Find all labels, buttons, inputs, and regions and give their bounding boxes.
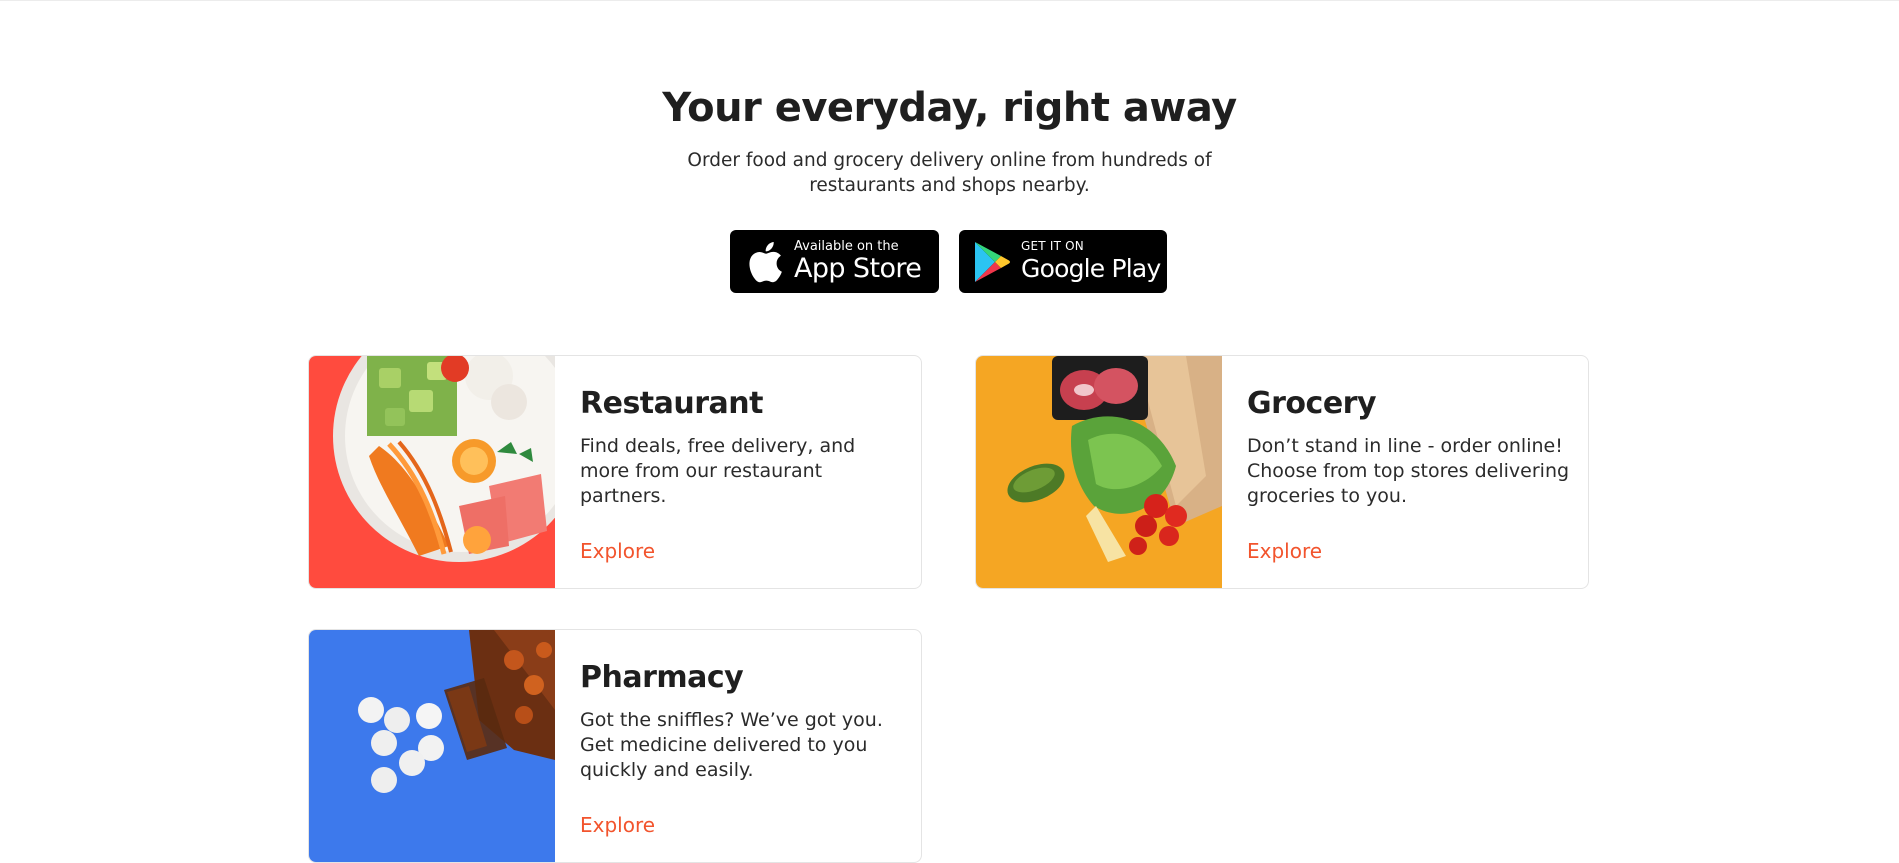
app-store-button[interactable]: Available on the App Store	[730, 230, 939, 293]
page: Your everyday, right away Order food and…	[0, 0, 1899, 863]
restaurant-card-body: Restaurant Find deals, free delivery, an…	[555, 356, 921, 588]
google-play-small-text: GET IT ON	[1021, 239, 1084, 253]
google-play-label: GET IT ON Google Play	[1021, 239, 1161, 284]
pharmacy-explore-link[interactable]: Explore	[580, 813, 655, 837]
restaurant-explore-link[interactable]: Explore	[580, 539, 655, 563]
top-divider	[0, 0, 1899, 1]
restaurant-card[interactable]: Restaurant Find deals, free delivery, an…	[308, 355, 922, 589]
apple-icon	[746, 240, 784, 284]
grocery-card-body: Grocery Don’t stand in line - order onli…	[1222, 356, 1588, 588]
grocery-title: Grocery	[1247, 386, 1377, 421]
hero-section: Your everyday, right away Order food and…	[0, 80, 1899, 198]
app-store-big-text: App Store	[794, 253, 922, 284]
pharmacy-card[interactable]: Pharmacy Got the sniffles? We’ve got you…	[308, 629, 922, 863]
store-badges: Available on the App Store GET IT ON Goo…	[730, 230, 1167, 293]
grocery-description: Don’t stand in line - order online! Choo…	[1247, 435, 1570, 507]
grocery-explore-link[interactable]: Explore	[1247, 539, 1322, 563]
page-title: Your everyday, right away	[662, 85, 1237, 131]
app-store-small-text: Available on the	[794, 239, 899, 254]
pharmacy-card-body: Pharmacy Got the sniffles? We’ve got you…	[555, 630, 921, 862]
google-play-button[interactable]: GET IT ON Google Play	[959, 230, 1167, 293]
grocery-card[interactable]: Grocery Don’t stand in line - order onli…	[975, 355, 1589, 589]
grocery-bag-image	[976, 356, 1222, 588]
pill-bottle-image	[309, 630, 555, 862]
google-play-big-text: Google Play	[1021, 254, 1161, 283]
restaurant-title: Restaurant	[580, 386, 763, 421]
google-play-icon	[973, 240, 1011, 284]
poke-bowl-image	[309, 356, 555, 588]
app-store-label: Available on the App Store	[794, 239, 922, 284]
restaurant-description: Find deals, free delivery, and more from…	[580, 435, 856, 507]
pharmacy-description: Got the sniffles? We’ve got you. Get med…	[580, 709, 883, 781]
hero-subtitle: Order food and grocery delivery online f…	[687, 150, 1212, 196]
pharmacy-title: Pharmacy	[580, 660, 744, 695]
